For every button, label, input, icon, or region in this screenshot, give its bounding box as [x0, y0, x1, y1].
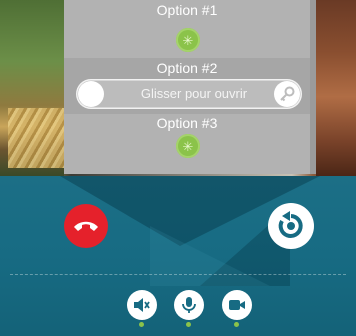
controls-divider — [10, 274, 346, 275]
option-3-button[interactable]: ✳ — [176, 134, 200, 158]
video-button[interactable] — [222, 290, 252, 320]
option-3-indicator-icon: ✳ — [182, 138, 194, 154]
option-3-label: Option #3 — [156, 115, 218, 131]
option-1-label: Option #1 — [156, 2, 218, 18]
option-2-label: Option #2 — [156, 60, 218, 76]
microphone-button[interactable] — [174, 290, 204, 320]
microphone-icon — [182, 297, 196, 313]
video-camera-icon — [229, 300, 245, 310]
hangup-button[interactable] — [64, 204, 108, 248]
speaker-status-dot — [139, 322, 144, 327]
redial-icon — [278, 211, 303, 238]
panel-edge — [310, 0, 316, 174]
redial-button[interactable] — [268, 203, 314, 249]
microphone-status-dot — [186, 322, 191, 327]
key-icon — [274, 81, 300, 107]
hangup-icon — [74, 221, 98, 231]
option-1-indicator-icon: ✳ — [182, 32, 194, 48]
background-shard — [150, 226, 270, 286]
photo-right-edge — [316, 0, 356, 176]
options-panel: Option #1 ✳ Option #2 Glisser pour ouvri… — [64, 0, 316, 174]
speaker-button[interactable] — [127, 290, 157, 320]
speaker-icon — [134, 298, 150, 312]
video-status-dot — [234, 322, 239, 327]
slider-knob[interactable] — [78, 81, 104, 107]
slider-text: Glisser pour ouvrir — [140, 86, 248, 101]
option-1-button[interactable]: ✳ — [176, 28, 200, 52]
photo-straw-detail — [8, 108, 64, 168]
slide-to-open-slider[interactable]: Glisser pour ouvrir — [76, 79, 302, 109]
